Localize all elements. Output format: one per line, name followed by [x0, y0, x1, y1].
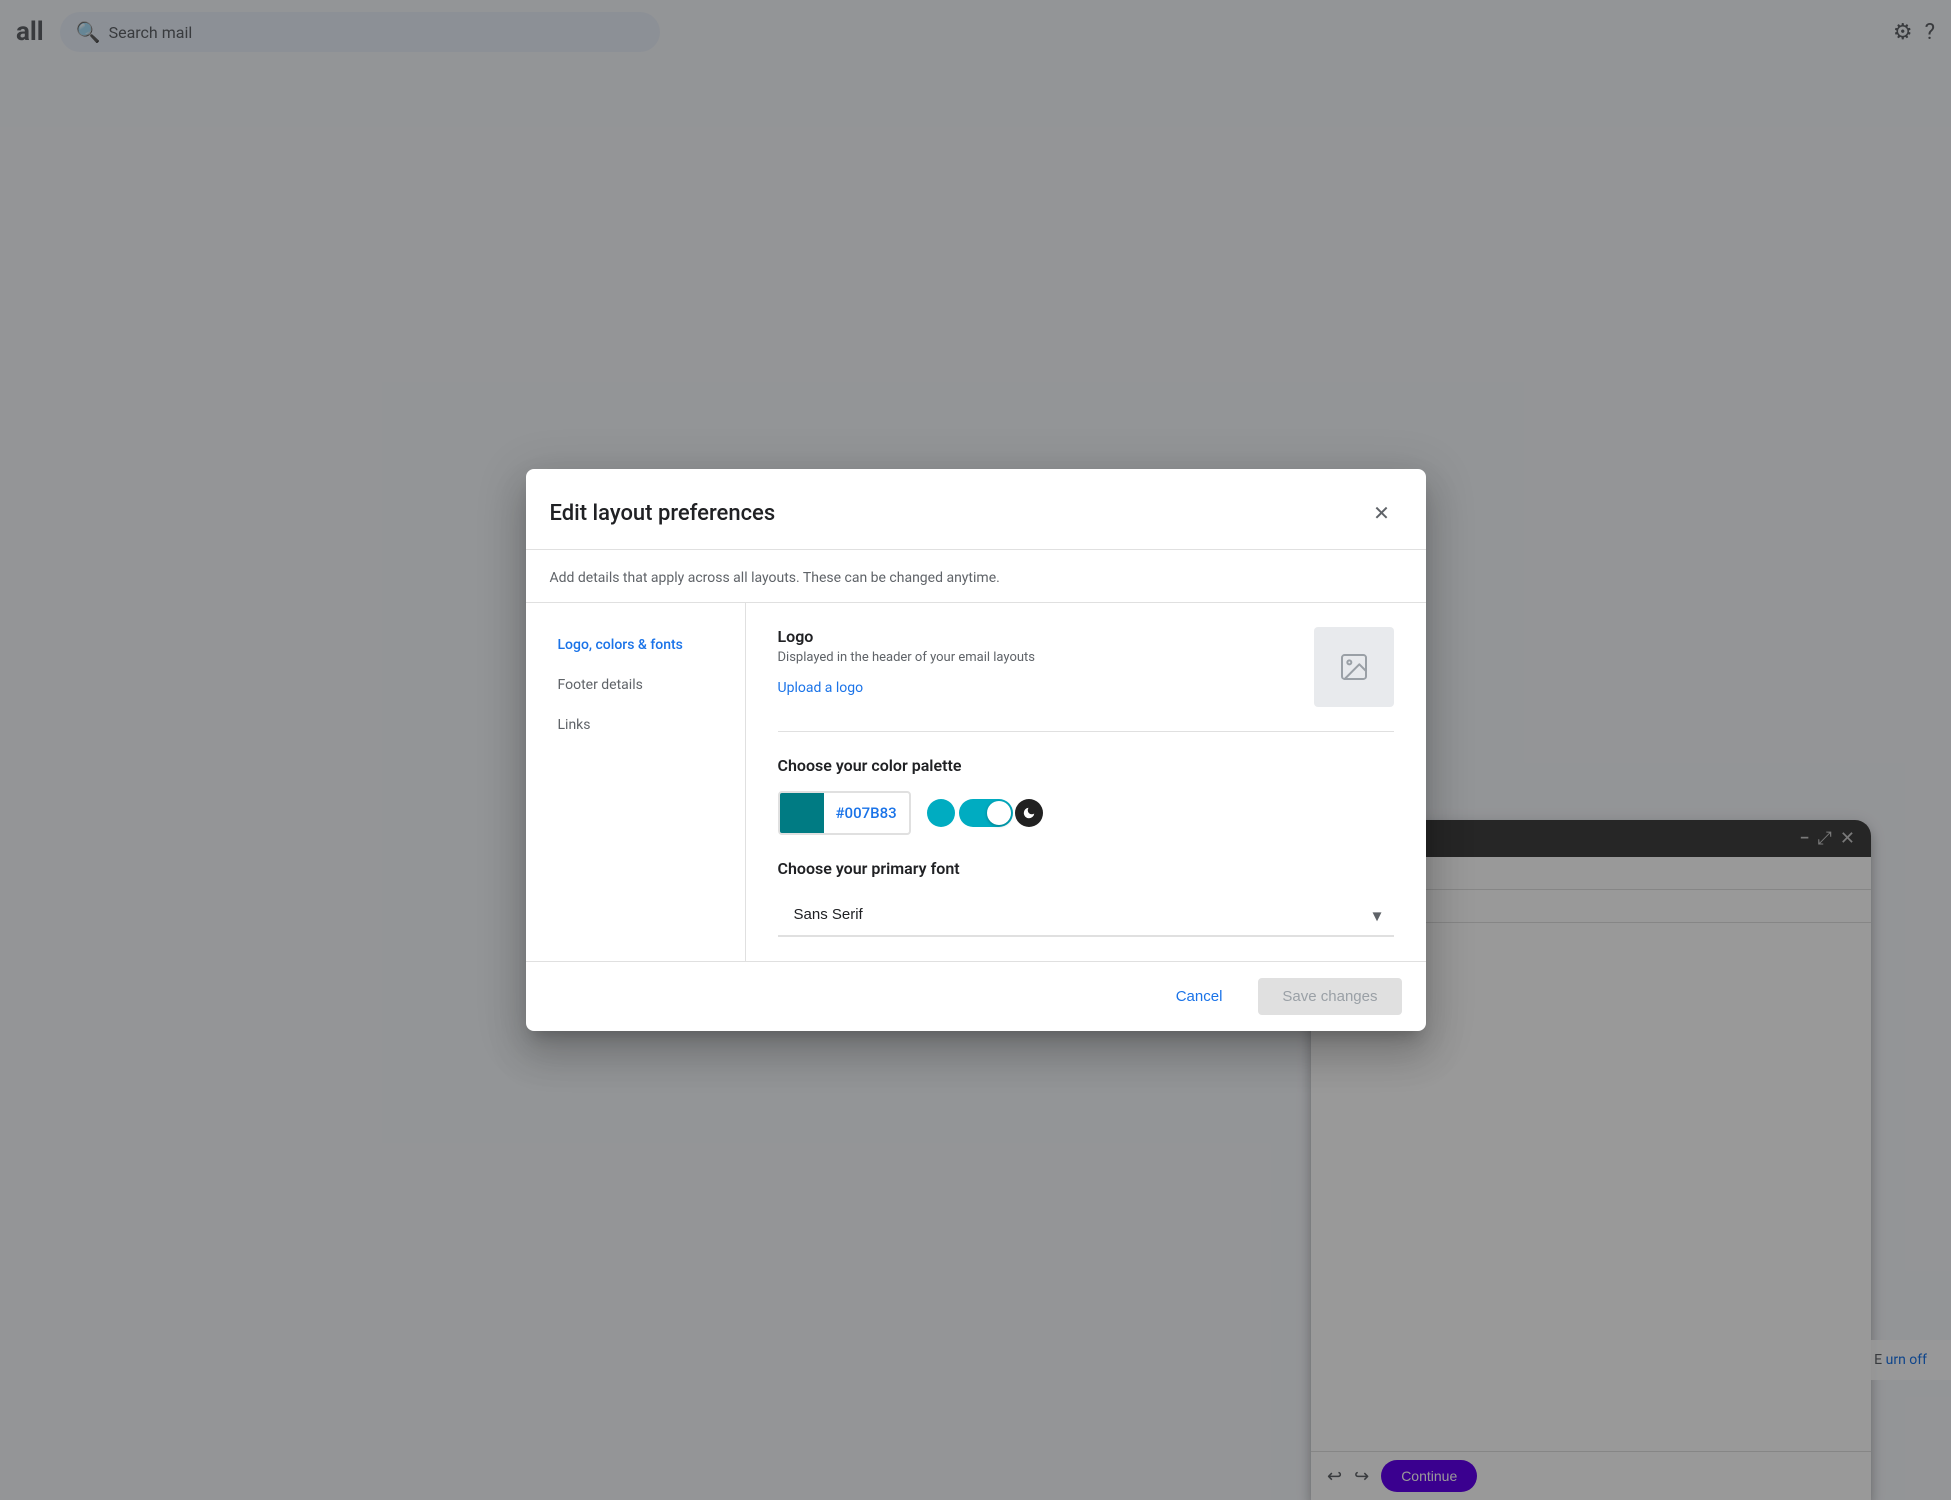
color-row: #007B83: [778, 791, 1394, 835]
sidebar-item-footer-details[interactable]: Footer details: [542, 667, 729, 703]
theme-toggle[interactable]: [959, 799, 1013, 827]
theme-toggle-container: [927, 799, 1043, 827]
color-hex-value: #007B83: [824, 804, 909, 822]
color-palette-heading: Choose your color palette: [778, 756, 1394, 775]
modal-title: Edit layout preferences: [550, 501, 776, 526]
font-select[interactable]: Sans Serif Serif Monospace: [778, 894, 1394, 937]
upload-logo-link[interactable]: Upload a logo: [778, 680, 864, 696]
logo-heading: Logo: [778, 627, 1314, 646]
color-swatch-input[interactable]: #007B83: [778, 791, 911, 835]
toggle-thumb: [987, 801, 1011, 825]
sidebar-item-links[interactable]: Links: [542, 707, 729, 743]
logo-subheading: Displayed in the header of your email la…: [778, 650, 1314, 665]
cancel-button[interactable]: Cancel: [1152, 978, 1247, 1015]
modal-header: Edit layout preferences ✕: [526, 469, 1426, 533]
modal-content-wrapper: Logo, colors & fonts Footer details Link…: [526, 603, 1426, 961]
teal-circle: [927, 799, 955, 827]
color-swatch: [780, 791, 824, 835]
font-select-wrapper: Sans Serif Serif Monospace ▾: [778, 894, 1394, 937]
dark-circle: [1015, 799, 1043, 827]
font-section: Choose your primary font Sans Serif Seri…: [778, 859, 1394, 937]
color-palette-section: Choose your color palette #007B83: [778, 756, 1394, 835]
modal-main-content: Logo Displayed in the header of your ema…: [746, 603, 1426, 961]
logo-section: Logo Displayed in the header of your ema…: [778, 627, 1394, 707]
close-icon: ✕: [1373, 501, 1390, 526]
modal-edit-layout: Edit layout preferences ✕ Add details th…: [526, 469, 1426, 1031]
modal-subtitle: Add details that apply across all layout…: [526, 550, 1426, 603]
modal-sidebar: Logo, colors & fonts Footer details Link…: [526, 603, 746, 961]
logo-text-area: Logo Displayed in the header of your ema…: [778, 627, 1314, 696]
sidebar-item-logo-colors-fonts[interactable]: Logo, colors & fonts: [542, 627, 729, 663]
save-changes-button[interactable]: Save changes: [1258, 978, 1401, 1015]
image-placeholder-icon: [1338, 651, 1370, 683]
modal-close-button[interactable]: ✕: [1362, 493, 1402, 533]
modal-footer: Cancel Save changes: [526, 961, 1426, 1031]
font-heading: Choose your primary font: [778, 859, 1394, 878]
divider-1: [778, 731, 1394, 732]
moon-icon: [1022, 806, 1036, 820]
logo-placeholder: [1314, 627, 1394, 707]
